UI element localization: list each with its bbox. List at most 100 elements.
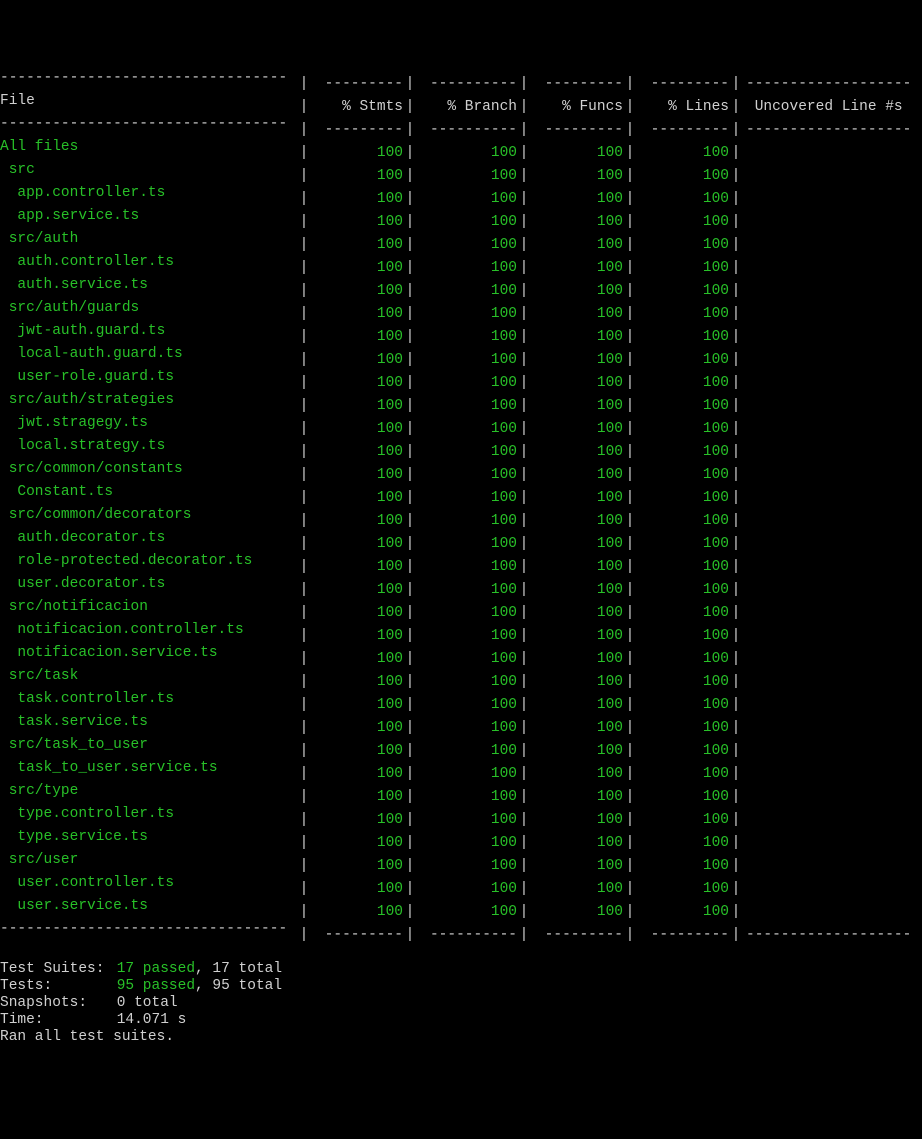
coverage-row: notificacion.service.ts|100|100|100|100| bbox=[0, 645, 922, 668]
summary-testSuites: Test Suites: 17 passed, 17 total bbox=[0, 961, 922, 978]
coverage-row: src/auth/strategies|100|100|100|100| bbox=[0, 392, 922, 415]
column-separator: | bbox=[623, 858, 637, 875]
column-separator: | bbox=[403, 444, 417, 461]
column-separator: | bbox=[297, 858, 311, 875]
column-separator: | bbox=[623, 467, 637, 484]
file-name-text: type.controller.ts bbox=[17, 806, 174, 822]
pct-branch: 100 bbox=[417, 145, 517, 162]
column-separator: | bbox=[297, 421, 311, 438]
column-separator: | bbox=[517, 490, 531, 507]
column-separator: | bbox=[297, 881, 311, 898]
column-separator: | bbox=[403, 559, 417, 576]
pct-stmts: 100 bbox=[311, 237, 403, 254]
indent bbox=[0, 484, 17, 501]
pct-funcs: 100 bbox=[531, 559, 623, 576]
pct-stmts: 100 bbox=[311, 651, 403, 668]
pct-stmts: 100 bbox=[311, 605, 403, 622]
indent bbox=[0, 346, 17, 363]
indent bbox=[0, 277, 17, 294]
header-uncovered: Uncovered Line #s bbox=[743, 99, 922, 116]
column-separator: | bbox=[297, 306, 311, 323]
dash: ---------- bbox=[417, 927, 517, 944]
column-separator: | bbox=[517, 191, 531, 208]
file-name: app.service.ts bbox=[0, 208, 297, 225]
pct-stmts: 100 bbox=[311, 444, 403, 461]
file-name-text: src/user bbox=[9, 852, 79, 868]
pct-branch: 100 bbox=[417, 306, 517, 323]
column-separator: | bbox=[297, 444, 311, 461]
summary-snapshots: Snapshots: 0 total bbox=[0, 995, 922, 1012]
column-separator: | bbox=[403, 513, 417, 530]
pct-lines: 100 bbox=[637, 352, 729, 369]
column-separator: | bbox=[517, 628, 531, 645]
column-separator: | bbox=[517, 145, 531, 162]
pct-branch: 100 bbox=[417, 835, 517, 852]
pct-stmts: 100 bbox=[311, 628, 403, 645]
indent bbox=[0, 162, 9, 179]
file-name-text: task.controller.ts bbox=[17, 691, 174, 707]
pct-stmts: 100 bbox=[311, 812, 403, 829]
column-separator: | bbox=[729, 329, 743, 346]
coverage-row: src/common/decorators|100|100|100|100| bbox=[0, 507, 922, 530]
column-separator: | bbox=[517, 421, 531, 438]
pct-funcs: 100 bbox=[531, 858, 623, 875]
column-separator: | bbox=[623, 812, 637, 829]
column-separator: | bbox=[403, 812, 417, 829]
column-separator: | bbox=[729, 168, 743, 185]
pct-branch: 100 bbox=[417, 697, 517, 714]
column-separator: | bbox=[729, 582, 743, 599]
pct-stmts: 100 bbox=[311, 582, 403, 599]
pct-stmts: 100 bbox=[311, 398, 403, 415]
column-separator: | bbox=[403, 743, 417, 760]
file-name: user.decorator.ts bbox=[0, 576, 297, 593]
column-separator: | bbox=[297, 766, 311, 783]
summary-passed: 17 passed bbox=[117, 961, 195, 977]
column-separator: | bbox=[729, 513, 743, 530]
indent bbox=[0, 438, 17, 455]
column-separator: | bbox=[297, 674, 311, 691]
indent bbox=[0, 507, 9, 524]
column-separator: | bbox=[403, 398, 417, 415]
column-separator: | bbox=[297, 76, 311, 93]
column-separator: | bbox=[729, 145, 743, 162]
indent bbox=[0, 530, 17, 547]
column-separator: | bbox=[517, 582, 531, 599]
pct-stmts: 100 bbox=[311, 375, 403, 392]
pct-funcs: 100 bbox=[531, 835, 623, 852]
column-separator: | bbox=[729, 122, 743, 139]
indent bbox=[0, 599, 9, 616]
pct-stmts: 100 bbox=[311, 536, 403, 553]
column-separator: | bbox=[517, 329, 531, 346]
dash: --------- bbox=[311, 76, 403, 93]
column-separator: | bbox=[729, 283, 743, 300]
column-separator: | bbox=[729, 375, 743, 392]
pct-lines: 100 bbox=[637, 720, 729, 737]
pct-branch: 100 bbox=[417, 720, 517, 737]
pct-lines: 100 bbox=[637, 421, 729, 438]
column-separator: | bbox=[403, 536, 417, 553]
coverage-row: src/task|100|100|100|100| bbox=[0, 668, 922, 691]
column-separator: | bbox=[403, 122, 417, 139]
pct-funcs: 100 bbox=[531, 904, 623, 921]
column-separator: | bbox=[517, 306, 531, 323]
pct-funcs: 100 bbox=[531, 237, 623, 254]
pct-lines: 100 bbox=[637, 651, 729, 668]
file-name: app.controller.ts bbox=[0, 185, 297, 202]
column-separator: | bbox=[517, 605, 531, 622]
pct-stmts: 100 bbox=[311, 904, 403, 921]
indent bbox=[0, 875, 17, 892]
column-separator: | bbox=[623, 145, 637, 162]
column-separator: | bbox=[623, 513, 637, 530]
column-separator: | bbox=[297, 352, 311, 369]
file-name-text: notificacion.controller.ts bbox=[17, 622, 243, 638]
pct-lines: 100 bbox=[637, 145, 729, 162]
summary-rest: , 17 total bbox=[195, 961, 282, 977]
column-separator: | bbox=[623, 766, 637, 783]
pct-lines: 100 bbox=[637, 812, 729, 829]
column-separator: | bbox=[623, 76, 637, 93]
indent bbox=[0, 576, 17, 593]
coverage-row: type.service.ts|100|100|100|100| bbox=[0, 829, 922, 852]
dash: ------------------- bbox=[743, 122, 922, 139]
file-name-text: app.service.ts bbox=[17, 208, 139, 224]
file-name-text: user-role.guard.ts bbox=[17, 369, 174, 385]
